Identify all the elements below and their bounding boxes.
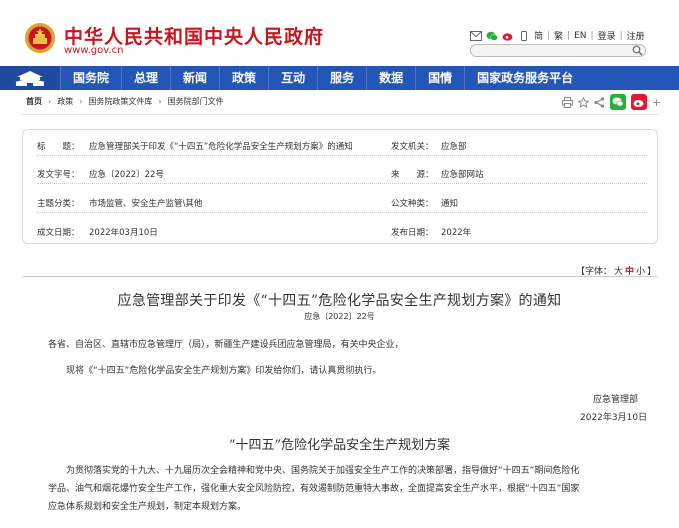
plan-body-line: 学品、油气和烟花爆竹安全生产工作，强化重大安全风险防控，有效遏制防范重特大事故，…	[48, 484, 580, 494]
info-label: 发文字号：	[37, 170, 80, 180]
mobile-icon[interactable]	[518, 30, 530, 41]
nav-home[interactable]	[0, 66, 60, 90]
top-links: 简 | 繁 | EN | 登录 | 注册	[470, 29, 645, 42]
breadcrumb-home[interactable]: 首页	[26, 96, 42, 107]
wechat-icon[interactable]	[486, 31, 498, 41]
share-icon[interactable]	[594, 96, 605, 108]
info-row: 标 题： 应急管理部关于印发《“十四五”危险化学品安全生产规划方案》的通知 发文…	[37, 136, 647, 156]
breadcrumb-policy[interactable]: 政策	[57, 96, 73, 107]
link-english[interactable]: EN	[574, 31, 586, 41]
info-label: 成文日期：	[37, 228, 80, 238]
divider: |	[567, 30, 571, 41]
info-label: 来 源：	[391, 170, 434, 180]
breadcrumb-dept-files[interactable]: 国务院部门文件	[168, 96, 224, 107]
print-icon[interactable]	[562, 96, 573, 108]
weibo-share-icon[interactable]	[631, 94, 647, 110]
more-icon[interactable]: +	[652, 96, 661, 109]
info-value: 应急〔2022〕22号	[89, 170, 164, 180]
nav-item-interaction[interactable]: 互动	[268, 66, 317, 90]
link-login[interactable]: 登录	[598, 29, 616, 42]
search-icon[interactable]	[632, 45, 643, 56]
main-nav: 国务院 总理 新闻 政策 互动 服务 数据 国情 国家政务服务平台	[0, 66, 679, 90]
plan-body-line: 为贯彻落实党的十九大、十九届历次全会精神和党中央、国务院关于加强安全生产工作的决…	[66, 466, 580, 476]
info-label: 公文种类：	[391, 199, 434, 209]
info-value: 应急管理部关于印发《“十四五”危险化学品安全生产规划方案》的通知	[89, 142, 353, 152]
info-label: 发文机关：	[391, 142, 434, 152]
link-simplified[interactable]: 简	[534, 29, 543, 42]
site-header: 中华人民共和国中央人民政府 www.gov.cn 简 | 繁 | EN | 登录…	[0, 0, 679, 66]
weibo-icon[interactable]	[502, 31, 514, 41]
nav-item-services[interactable]: 服务	[317, 66, 366, 90]
divider: |	[619, 30, 623, 41]
nav-item-state-council[interactable]: 国务院	[60, 66, 121, 90]
divider: |	[547, 30, 551, 41]
nav-item-national-profile[interactable]: 国情	[415, 66, 464, 90]
info-value: 应急部	[441, 142, 467, 152]
tiananmen-icon	[15, 71, 45, 86]
document-title: 应急管理部关于印发《“十四五”危险化学品安全生产规划方案》的通知	[117, 293, 562, 309]
info-row: 主题分类： 市场监管、安全生产监管\其他 公文种类： 通知	[37, 193, 647, 213]
link-traditional[interactable]: 繁	[554, 29, 563, 42]
link-register[interactable]: 注册	[627, 29, 645, 42]
document-paragraph: 现将《“十四五”危险化学品安全生产规划方案》印发给你们，请认真贯彻执行。	[66, 366, 382, 376]
info-row: 发文字号： 应急〔2022〕22号 来 源： 应急部网站	[37, 164, 647, 184]
document-date: 2022年3月10日	[580, 413, 648, 423]
breadcrumb: 首页 › 政策 › 国务院政策文件库 › 国务院部门文件	[26, 96, 224, 107]
plan-title: “十四五”危险化学品安全生产规划方案	[228, 438, 451, 453]
document-number: 应急〔2022〕22号	[304, 312, 375, 321]
favorite-icon[interactable]	[578, 96, 589, 108]
info-value: 市场监管、安全生产监管\其他	[89, 199, 203, 209]
nav-item-data[interactable]: 数据	[366, 66, 415, 90]
breadcrumb-separator: ›	[158, 97, 162, 106]
nav-item-premier[interactable]: 总理	[121, 66, 170, 90]
nav-item-news[interactable]: 新闻	[170, 66, 219, 90]
breadcrumb-separator: ›	[48, 97, 52, 106]
nav-item-service-platform[interactable]: 国家政务服务平台	[464, 66, 585, 90]
info-value: 应急部网站	[441, 170, 484, 180]
national-emblem-icon[interactable]	[24, 22, 56, 54]
divider	[22, 276, 658, 277]
info-label: 发布日期：	[391, 228, 434, 238]
info-value: 2022年03月10日	[89, 228, 158, 238]
document-info-table: 标 题： 应急管理部关于印发《“十四五”危险化学品安全生产规划方案》的通知 发文…	[22, 129, 658, 244]
breadcrumb-separator: ›	[79, 97, 83, 106]
plan-body: 为贯彻落实党的十九大、十九届历次全会精神和党中央、国务院关于加强安全生产工作的决…	[48, 462, 658, 516]
info-label: 标 题：	[37, 142, 80, 152]
mail-icon[interactable]	[470, 30, 482, 41]
info-value: 2022年	[441, 228, 472, 238]
plan-body-line: 应急体系规划和安全生产规划，制定本规划方案。	[48, 502, 247, 512]
share-bar: +	[562, 94, 661, 110]
wechat-share-icon[interactable]	[610, 94, 626, 110]
divider: |	[590, 30, 594, 41]
breadcrumb-policy-library[interactable]: 国务院政策文件库	[88, 96, 152, 107]
search-input[interactable]	[470, 44, 646, 57]
divider	[22, 114, 658, 115]
document-signer: 应急管理部	[593, 395, 639, 405]
info-value: 通知	[441, 199, 459, 209]
site-url[interactable]: www.gov.cn	[64, 45, 123, 56]
document-addressee: 各省、自治区、直辖市应急管理厅（局），新疆生产建设兵团应急管理局，有关中央企业，	[48, 340, 404, 350]
nav-item-policy[interactable]: 政策	[219, 66, 268, 90]
info-row: 成文日期： 2022年03月10日 发布日期： 2022年	[37, 222, 647, 242]
info-label: 主题分类：	[37, 199, 80, 209]
